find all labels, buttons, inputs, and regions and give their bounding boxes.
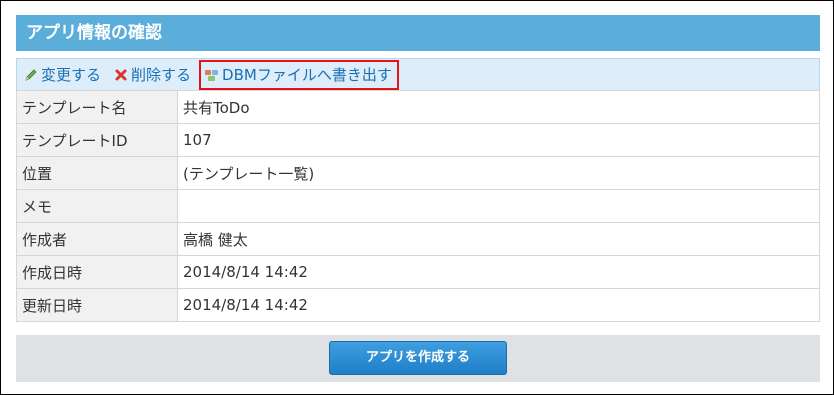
edit-link[interactable]: 変更する <box>23 64 101 85</box>
db-export-icon <box>204 67 220 83</box>
row-label: 作成者 <box>16 222 178 256</box>
action-toolbar: 変更する 削除する DBMファイルへ書き出す <box>16 58 820 91</box>
row-value: 2014/8/14 14:42 <box>177 288 820 322</box>
row-value: 共有ToDo <box>177 90 820 124</box>
row-value: 2014/8/14 14:42 <box>177 255 820 289</box>
delete-link-label: 削除する <box>131 66 192 84</box>
edit-link-label: 変更する <box>41 66 102 84</box>
row-label: テンプレートID <box>16 123 178 157</box>
app-info-table: テンプレート名 共有ToDo テンプレートID 107 位置 (テンプレート一覧) メモ 作成… <box>16 90 820 322</box>
row-value <box>177 189 820 223</box>
table-row: 作成日時 2014/8/14 14:42 <box>16 255 820 289</box>
export-dbm-link-label: DBMファイルへ書き出す <box>222 66 392 84</box>
row-value: 高橋 健太 <box>177 222 820 256</box>
table-row: 作成者 高橋 健太 <box>16 222 820 256</box>
create-app-button[interactable]: アプリを作成する <box>329 341 507 375</box>
x-icon <box>113 67 129 83</box>
row-label: メモ <box>16 189 178 223</box>
table-row: 更新日時 2014/8/14 14:42 <box>16 288 820 322</box>
table-row: テンプレート名 共有ToDo <box>16 90 820 124</box>
footer-bar: アプリを作成する <box>16 335 820 382</box>
row-label: 更新日時 <box>16 288 178 322</box>
pencil-icon <box>23 67 39 83</box>
export-dbm-link[interactable]: DBMファイルへ書き出す <box>199 59 399 90</box>
row-value: 107 <box>177 123 820 157</box>
row-label: テンプレート名 <box>16 90 178 124</box>
table-row: メモ <box>16 189 820 223</box>
delete-link[interactable]: 削除する <box>113 64 191 85</box>
row-label: 位置 <box>16 156 178 190</box>
table-row: テンプレートID 107 <box>16 123 820 157</box>
row-label: 作成日時 <box>16 255 178 289</box>
page-title: アプリ情報の確認 <box>16 15 820 51</box>
app-info-panel: アプリ情報の確認 変更する 削除する DBMファイルへ書き出す テンプレート名 … <box>0 0 834 395</box>
table-row: 位置 (テンプレート一覧) <box>16 156 820 190</box>
row-value: (テンプレート一覧) <box>177 156 820 190</box>
